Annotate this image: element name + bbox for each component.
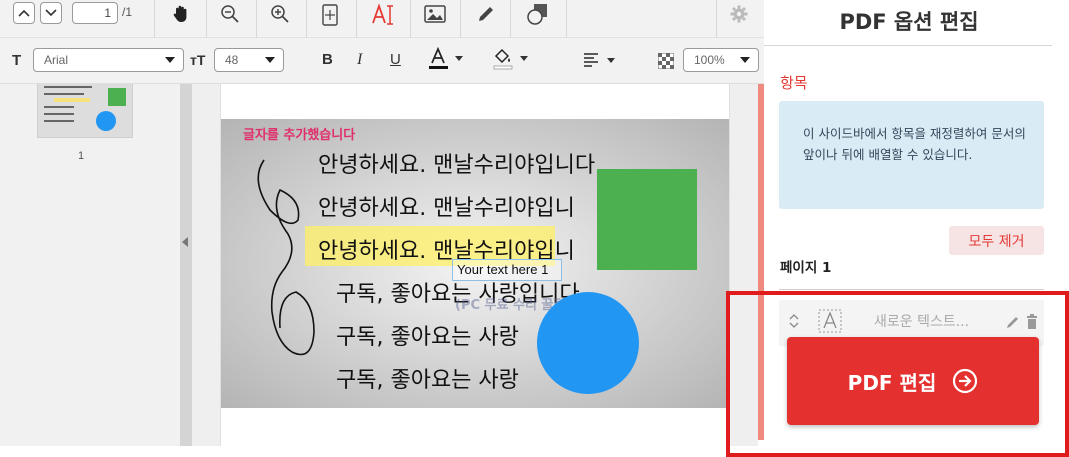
font-color-icon [429, 47, 463, 69]
font-label: T [12, 52, 22, 69]
pdf-editor: 1 /1 T Arial тT 48 B I U 100% 1 글자를 추가했습… [0, 0, 1069, 457]
draw-tool-button[interactable] [474, 3, 498, 25]
thumbnail-panel: 1 [0, 84, 180, 446]
page-label: 페이지 1 [780, 260, 832, 276]
zoom-out-icon [221, 5, 239, 23]
paint-bucket-icon [493, 48, 528, 70]
opacity-value: 100% [694, 53, 725, 67]
chevron-down-icon [740, 57, 750, 63]
chevron-down-icon [165, 57, 175, 63]
doc-line: 구독, 좋아요는 사랑 [336, 325, 519, 350]
pencil-icon [479, 7, 493, 21]
font-family-select[interactable]: Arial [33, 48, 184, 72]
freehand-drawing[interactable] [250, 150, 320, 380]
green-rectangle-annotation[interactable] [597, 169, 697, 270]
main-toolbar: 1 /1 [0, 0, 764, 38]
opacity-icon [656, 51, 676, 71]
checker-icon [658, 53, 674, 69]
text-box-annotation[interactable]: Your text here 1 [452, 259, 562, 281]
font-family-value: Arial [44, 53, 69, 67]
zoom-in-button[interactable] [268, 3, 292, 25]
image-icon [424, 5, 446, 23]
highlight-frame [726, 291, 1069, 457]
collapse-panel-icon[interactable] [182, 237, 188, 247]
align-left-icon [584, 53, 615, 67]
fit-page-button[interactable] [318, 3, 342, 27]
fill-color-button[interactable] [492, 47, 532, 73]
page-down-button[interactable] [40, 2, 62, 24]
blue-circle-annotation[interactable] [537, 292, 639, 394]
opacity-select[interactable]: 100% [683, 48, 759, 72]
shape-tool-button[interactable] [524, 2, 552, 28]
doc-line: 안녕하세요. 맨날수리야입니 [318, 196, 575, 221]
chevron-down-icon [45, 9, 57, 17]
font-size-label: тT [190, 52, 206, 68]
hand-icon [173, 5, 187, 22]
bold-button[interactable]: B [322, 51, 333, 68]
gear-icon [730, 5, 748, 23]
align-button[interactable] [580, 47, 620, 73]
page-number-input[interactable]: 1 [72, 2, 118, 24]
sidebar-title: PDF 옵션 편집 [839, 10, 979, 34]
font-color-button[interactable] [428, 47, 468, 73]
thumbnail-page-number: 1 [78, 150, 85, 162]
added-text-annotation[interactable]: 글자를 추가했습니다 [243, 124, 355, 143]
shape-icon [527, 4, 547, 25]
font-size-select[interactable]: 48 [214, 48, 284, 72]
chevron-down-icon [265, 57, 275, 63]
clear-all-button[interactable]: 모두 제거 [949, 226, 1044, 255]
fit-page-icon [322, 4, 338, 26]
page-total: /1 [122, 5, 133, 19]
doc-line: 안녕하세요. 맨날수리야입니다 [318, 153, 596, 178]
image-tool-button[interactable] [422, 3, 448, 25]
page-up-button[interactable] [13, 2, 35, 24]
underline-button[interactable]: U [390, 51, 401, 68]
items-section-title: 항목 [780, 74, 808, 92]
text-tool-icon [372, 3, 393, 25]
zoom-out-button[interactable] [218, 3, 242, 25]
font-size-value: 48 [225, 53, 239, 67]
text-tool-button[interactable] [368, 2, 398, 28]
zoom-in-icon [271, 5, 289, 23]
page-thumbnail[interactable] [37, 84, 133, 138]
format-toolbar: T Arial тT 48 B I U 100% [0, 38, 764, 84]
chevron-up-icon [18, 9, 30, 17]
italic-button[interactable]: I [357, 51, 362, 69]
hand-tool-button[interactable] [168, 3, 194, 25]
panel-divider[interactable] [180, 84, 192, 446]
doc-line: 구독, 좋아요는 사랑 [336, 368, 519, 393]
settings-button[interactable] [728, 3, 750, 25]
info-box: 이 사이드바에서 항목을 재정렬하여 문서의 앞이나 뒤에 배열할 수 있습니다… [779, 101, 1044, 209]
